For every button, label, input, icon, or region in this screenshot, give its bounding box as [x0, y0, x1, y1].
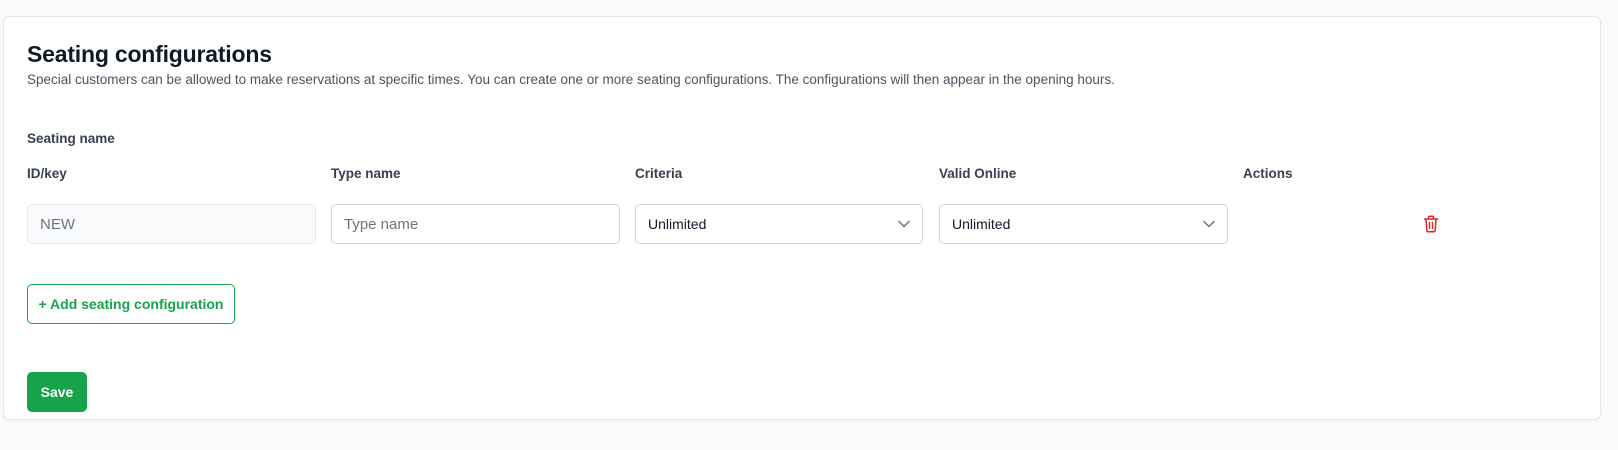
valid-online-select[interactable]: Unlimited: [939, 204, 1228, 244]
column-header-criteria: Criteria: [635, 166, 683, 181]
chevron-down-icon: [1203, 220, 1215, 228]
add-seating-configuration-button[interactable]: + Add seating configuration: [27, 284, 235, 324]
trash-icon[interactable]: [1423, 215, 1439, 233]
criteria-select[interactable]: Unlimited: [635, 204, 923, 244]
column-header-id-key: ID/key: [27, 166, 67, 181]
type-name-input[interactable]: [331, 204, 620, 244]
chevron-down-icon: [898, 220, 910, 228]
page-title: Seating configurations: [27, 41, 272, 67]
seating-configurations-card: Seating configurations Special customers…: [3, 16, 1601, 420]
section-description: Special customers can be allowed to make…: [27, 72, 1115, 87]
column-header-type-name: Type name: [331, 166, 401, 181]
criteria-selected-value: Unlimited: [648, 216, 707, 232]
column-header-actions: Actions: [1243, 166, 1293, 181]
save-button[interactable]: Save: [27, 372, 87, 412]
seating-name-label: Seating name: [27, 131, 115, 146]
column-header-valid-online: Valid Online: [939, 166, 1017, 181]
valid-online-selected-value: Unlimited: [952, 216, 1011, 232]
id-key-field: [27, 204, 316, 244]
